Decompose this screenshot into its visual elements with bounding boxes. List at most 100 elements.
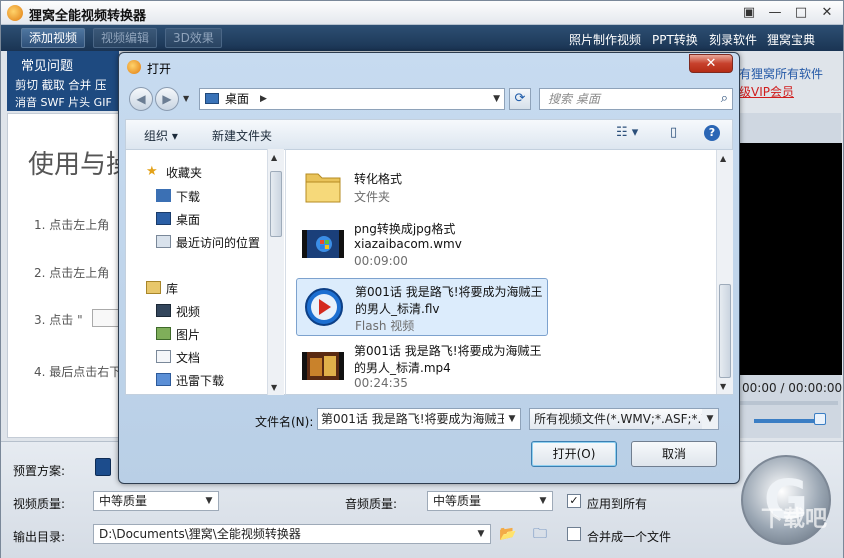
- search-icon[interactable]: ⌕: [721, 89, 728, 109]
- chevron-down-icon[interactable]: ▼: [504, 409, 520, 429]
- organize-button[interactable]: 组织 ▾: [144, 127, 178, 144]
- chevron-down-icon: ▼: [205, 496, 213, 506]
- back-icon[interactable]: ◀: [129, 87, 153, 111]
- add-video-button[interactable]: 添加视频: [21, 28, 86, 48]
- ppt-convert-link[interactable]: PPT转换: [652, 31, 698, 48]
- faq-tags[interactable]: 剪切 截取 合并 压: [15, 77, 106, 93]
- edit-video-button[interactable]: 视频编辑: [93, 28, 158, 48]
- video-quality-select[interactable]: 中等质量 ▼: [93, 491, 219, 511]
- maximize-button[interactable]: □: [789, 4, 813, 22]
- preset-label: 预置方案:: [13, 464, 66, 478]
- photo-to-video-link[interactable]: 照片制作视频: [569, 31, 641, 48]
- file-list: 转化格式 文件夹 png转换成jpg格式 xiazaibacom.wmv 00:…: [285, 149, 733, 395]
- nav-label: 库: [166, 282, 179, 296]
- file-item-folder[interactable]: 转化格式 文件夹: [296, 158, 548, 216]
- browse-folder-icon[interactable]: 📂: [497, 524, 519, 544]
- search-input[interactable]: 搜索 桌面 ⌕: [539, 88, 733, 110]
- file-name: 第001话 我是路飞!将要成为海贼王: [355, 285, 543, 299]
- nav-label: 图片: [176, 328, 201, 342]
- faq-link[interactable]: 常见问题: [21, 55, 73, 74]
- scroll-down-icon[interactable]: ▼: [720, 382, 726, 391]
- library-icon: [146, 281, 161, 294]
- vip-link[interactable]: 级VIP会员: [739, 83, 794, 100]
- command-bar: 组织 ▾ 新建文件夹 ☷ ▾ ▯ ?: [125, 119, 733, 149]
- faq-tags[interactable]: 消音 SWF 片头 GIF: [15, 94, 112, 110]
- refresh-icon[interactable]: ⟳: [509, 88, 531, 110]
- file-name: 转化格式: [354, 172, 403, 186]
- file-name: png转换成jpg格式: [354, 222, 456, 236]
- mp4-video-thumbnail: [302, 352, 344, 380]
- open-button[interactable]: 打开(O): [531, 441, 617, 467]
- dialog-close-button[interactable]: ✕: [689, 54, 733, 73]
- file-name-cont: 的男人_标清.flv: [355, 302, 440, 316]
- merge-checkbox[interactable]: [567, 527, 581, 541]
- nav-label: 文档: [176, 351, 201, 365]
- audio-quality-value: 中等质量: [433, 494, 482, 508]
- file-item-mp4[interactable]: 第001话 我是路飞!将要成为海贼王 的男人_标清.mp4 00:24:35: [296, 338, 548, 396]
- seek-bar[interactable]: [738, 401, 838, 405]
- file-meta: 00:24:35: [354, 376, 408, 390]
- minimize-button[interactable]: —: [763, 4, 787, 22]
- usage-guide: 使用与操 1. 点击左上角 2. 点击左上角 3. 点击 " 4. 最后点击右下: [7, 113, 119, 438]
- guide-step: 1. 点击左上角: [34, 218, 110, 232]
- desktop-icon: [205, 93, 219, 104]
- dialog-app-icon: [127, 60, 141, 74]
- scroll-down-icon[interactable]: ▼: [271, 383, 277, 392]
- volume-slider-knob[interactable]: [814, 413, 826, 425]
- audio-quality-select[interactable]: 中等质量 ▼: [427, 491, 553, 511]
- skin-button[interactable]: ▣: [737, 4, 761, 22]
- nav-scrollbar[interactable]: ▲ ▼: [267, 149, 284, 395]
- close-button[interactable]: ✕: [815, 4, 839, 22]
- address-text: 桌面: [225, 92, 250, 106]
- cancel-button[interactable]: 取消: [631, 441, 717, 467]
- file-item-wmv[interactable]: png转换成jpg格式 xiazaibacom.wmv 00:09:00: [296, 216, 548, 274]
- file-name-cont: 的男人_标清.mp4: [354, 361, 451, 375]
- scroll-up-icon[interactable]: ▲: [720, 154, 726, 163]
- preview-pane-icon[interactable]: ▯: [670, 125, 677, 140]
- file-item-flv[interactable]: 第001话 我是路飞!将要成为海贼王 的男人_标清.flv Flash 视频: [296, 278, 548, 336]
- preset-format-icon[interactable]: [95, 458, 111, 476]
- file-scrollbar-thumb[interactable]: [719, 284, 731, 378]
- new-folder-button[interactable]: 新建文件夹: [212, 127, 272, 144]
- dialog-bottom-bar: 文件名(N): 第001话 我是路飞!将要成为海贼王 ▼ 所有视频文件(*.WM…: [125, 395, 733, 479]
- 3d-effect-button[interactable]: 3D效果: [165, 28, 222, 48]
- apply-all-checkbox[interactable]: ✓: [567, 494, 581, 508]
- help-icon[interactable]: ?: [704, 125, 720, 141]
- breadcrumb-chevron-icon[interactable]: ▶: [260, 89, 267, 109]
- open-folder-icon[interactable]: 🗀: [529, 524, 551, 544]
- videos-icon: [156, 304, 171, 317]
- faq-panel: 常见问题 剪切 截取 合并 压 消音 SWF 片头 GIF: [7, 51, 119, 111]
- scroll-up-icon[interactable]: ▲: [271, 153, 277, 162]
- chevron-down-icon: ▼: [477, 529, 485, 539]
- vip-banner-text[interactable]: 有狸窝所有软件: [739, 65, 823, 82]
- liwo-guide-link[interactable]: 狸窝宝典: [767, 31, 815, 48]
- nav-label: 收藏夹: [166, 166, 203, 180]
- nav-scrollbar-thumb[interactable]: [270, 171, 282, 237]
- filetype-select[interactable]: 所有视频文件(*.WMV;*.ASF;*.W ▼: [529, 408, 719, 430]
- address-bar[interactable]: 桌面 ▶ ▼: [199, 88, 505, 110]
- filename-input[interactable]: 第001话 我是路飞!将要成为海贼王 ▼: [317, 408, 521, 430]
- preview-screen: [738, 143, 842, 375]
- folder-icon: [305, 173, 341, 203]
- recent-pages-icon[interactable]: ▼: [183, 94, 189, 103]
- output-dir-select[interactable]: D:\Documents\狸窝\全能视频转换器 ▼: [93, 524, 491, 544]
- recent-places-icon: [156, 235, 171, 248]
- audio-quality-label: 音频质量:: [345, 497, 398, 511]
- forward-icon[interactable]: ▶: [155, 87, 179, 111]
- title-bar: 狸窝全能视频转换器 ▣ — □ ✕: [1, 1, 843, 25]
- nav-label: 视频: [176, 305, 201, 319]
- filename-value: 第001话 我是路飞!将要成为海贼王: [321, 412, 509, 426]
- file-name-cont: xiazaibacom.wmv: [354, 237, 462, 251]
- app-title: 狸窝全能视频转换器: [29, 9, 147, 24]
- chevron-down-icon[interactable]: ▼: [493, 89, 500, 109]
- output-dir-label: 输出目录:: [13, 530, 66, 544]
- dialog-title: 打开: [147, 62, 172, 76]
- burn-software-link[interactable]: 刻录软件: [709, 31, 757, 48]
- nav-label: 桌面: [176, 213, 201, 227]
- documents-icon: [156, 350, 171, 363]
- apply-all-label: 应用到所有: [587, 497, 648, 511]
- file-scrollbar[interactable]: ▲ ▼: [716, 150, 733, 394]
- video-quality-value: 中等质量: [99, 494, 148, 508]
- view-options-icon[interactable]: ☷ ▾: [616, 125, 638, 140]
- pictures-icon: [156, 327, 171, 340]
